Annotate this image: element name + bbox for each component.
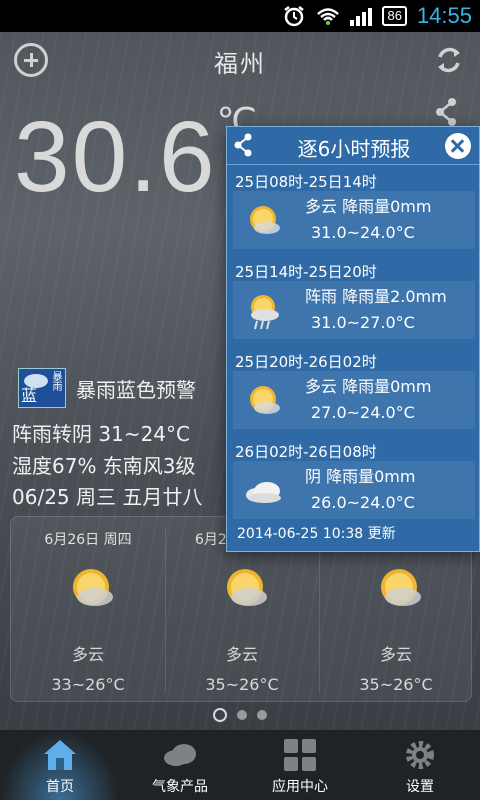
alert-icon-char: 蓝 <box>21 386 38 405</box>
slot-body: 多云 降雨量0mm 27.0~24.0°C <box>233 371 475 429</box>
shower-icon <box>243 291 283 331</box>
page-indicator <box>0 708 480 722</box>
slot-body: 阵雨 降雨量2.0mm 31.0~27.0°C <box>233 281 475 339</box>
tab-app-center[interactable]: 应用中心 <box>240 730 360 800</box>
slot-time: 25日14时-25日20时 <box>235 263 377 281</box>
city-title: 福州 <box>214 50 266 78</box>
popup-header: 逐6小时预报 <box>227 127 479 165</box>
slot-time: 25日20时-26日02时 <box>235 353 377 371</box>
slot-range: 26.0~24.0°C <box>311 493 415 512</box>
weather-alert[interactable]: 暴雨 蓝 暴雨蓝色预警 <box>18 368 196 408</box>
tab-home[interactable]: 首页 <box>0 730 120 800</box>
slot-rain: 降雨量0mm <box>342 197 432 216</box>
date-line-text: 06/25 周三 五月廿八 <box>12 485 203 509</box>
slot-desc: 多云 降雨量0mm <box>305 193 431 217</box>
close-icon[interactable] <box>445 133 471 159</box>
slot-range: 31.0~27.0°C <box>311 313 415 332</box>
slot-rain: 降雨量0mm <box>342 377 432 396</box>
popup-title: 逐6小时预报 <box>297 137 411 161</box>
alert-text: 暴雨蓝色预警 <box>76 377 196 402</box>
forecast-day: 6月26日 周四 多云 33~26°C <box>11 517 165 703</box>
forecast-range: 35~26°C <box>359 675 433 694</box>
bottom-tab-bar: 首页 气象产品 应用中心 设置 <box>0 730 480 800</box>
cloudy-sun-icon <box>243 201 283 241</box>
page-dot[interactable] <box>257 710 267 720</box>
slot-desc: 多云 降雨量0mm <box>305 373 431 397</box>
top-bar: 福州 <box>0 32 480 88</box>
forecast-date: 6月26日 周四 <box>44 532 132 548</box>
apps-grid-icon <box>282 738 318 772</box>
tab-label: 设置 <box>406 779 434 795</box>
temperature-value: 30.6 <box>14 101 217 213</box>
six-hour-forecast-popup: 逐6小时预报 25日08时-25日14时 多云 降雨量0mm 31.0~24.0… <box>226 126 480 552</box>
cloudy-sun-icon <box>63 561 119 617</box>
overcast-icon <box>243 471 283 511</box>
battery-indicator: 86 <box>382 6 407 26</box>
home-icon <box>42 738 78 772</box>
forecast-slot: 25日14时-25日20时 阵雨 降雨量2.0mm 31.0~27.0°C <box>227 257 480 347</box>
slot-range: 31.0~24.0°C <box>311 223 415 242</box>
refresh-button[interactable] <box>432 43 466 77</box>
status-time: 14:55 <box>416 3 472 28</box>
forecast-range: 35~26°C <box>205 675 279 694</box>
tab-weather-products[interactable]: 气象产品 <box>120 730 240 800</box>
slot-body: 多云 降雨量0mm 31.0~24.0°C <box>233 191 475 249</box>
humidity-wind-text: 湿度67% 东南风3级 <box>12 454 196 478</box>
slot-condition: 阴 <box>305 467 322 486</box>
share-icon[interactable] <box>432 96 460 128</box>
forecast-slot: 25日08时-25日14时 多云 降雨量0mm 31.0~24.0°C <box>227 167 480 257</box>
forecast-condition: 多云 <box>225 645 258 664</box>
forecast-slot: 26日02时-26日08时 阴 降雨量0mm 26.0~24.0°C <box>227 437 480 527</box>
slot-condition: 阵雨 <box>305 287 338 306</box>
slot-rain: 降雨量0mm <box>326 467 416 486</box>
alarm-icon <box>282 5 306 27</box>
rainstorm-alert-icon: 暴雨 蓝 <box>18 368 66 408</box>
slot-desc: 阴 降雨量0mm <box>305 463 415 487</box>
wifi-icon <box>316 5 340 27</box>
forecast-range: 33~26°C <box>51 675 125 694</box>
slot-rain: 降雨量2.0mm <box>342 287 447 306</box>
cloud-icon <box>162 738 198 772</box>
page-dot[interactable] <box>237 710 247 720</box>
slot-condition: 多云 <box>305 377 338 396</box>
slot-range: 27.0~24.0°C <box>311 403 415 422</box>
tab-label: 气象产品 <box>152 779 208 795</box>
cloudy-sun-icon <box>217 561 273 617</box>
add-city-button[interactable] <box>14 43 48 77</box>
slot-time: 25日08时-25日14时 <box>235 173 377 191</box>
signal-icon <box>350 6 373 26</box>
slot-desc: 阵雨 降雨量2.0mm <box>305 283 447 307</box>
cloudy-sun-icon <box>243 381 283 421</box>
page-dot-active[interactable] <box>213 708 227 722</box>
status-bar: 86 14:55 <box>0 0 480 32</box>
tab-label: 应用中心 <box>272 779 328 795</box>
forecast-condition: 多云 <box>71 645 104 664</box>
slot-condition: 多云 <box>305 197 338 216</box>
forecast-slot: 25日20时-26日02时 多云 降雨量0mm 27.0~24.0°C <box>227 347 480 437</box>
gear-icon <box>402 738 438 772</box>
slot-time: 26日02时-26日08时 <box>235 443 377 461</box>
current-temperature: 30.6℃ <box>14 100 259 215</box>
condition-text: 阵雨转阴 31~24°C <box>12 422 190 446</box>
slot-body: 阴 降雨量0mm 26.0~24.0°C <box>233 461 475 519</box>
forecast-condition: 多云 <box>379 645 412 664</box>
tab-settings[interactable]: 设置 <box>360 730 480 800</box>
tab-label: 首页 <box>46 779 74 795</box>
update-time: 2014-06-25 10:38 更新 <box>237 526 396 542</box>
cloudy-sun-icon <box>371 561 427 617</box>
